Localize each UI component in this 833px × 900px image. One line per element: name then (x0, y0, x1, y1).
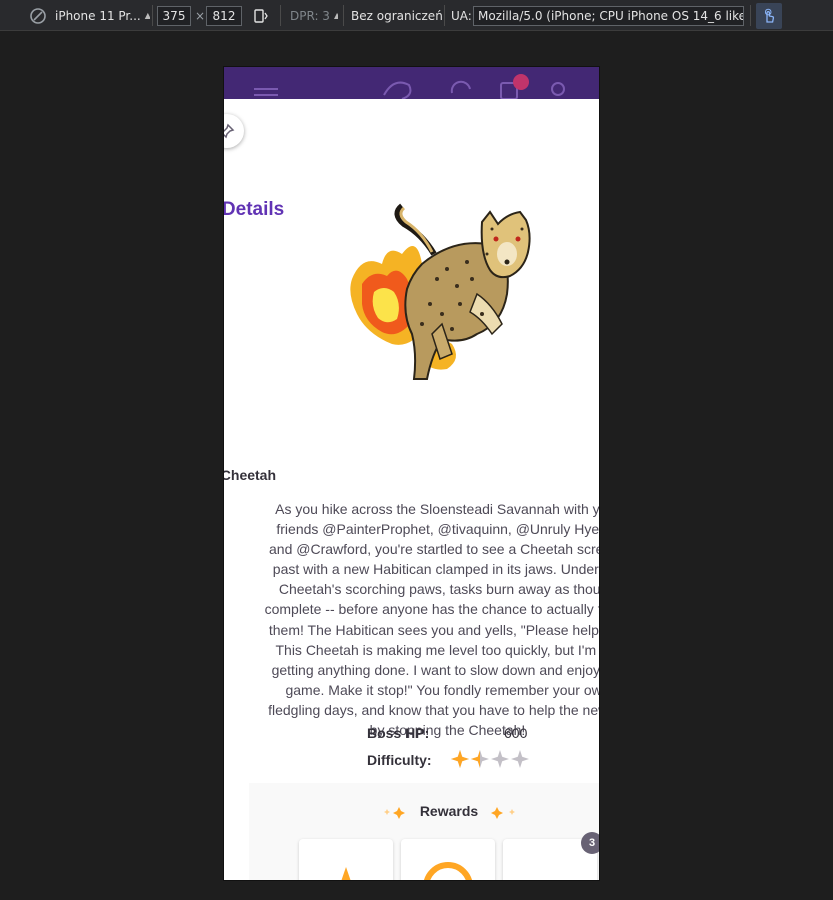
boss-hp-value: 600 (504, 725, 528, 741)
rewards-count-badge: 3 (581, 832, 599, 854)
star-icon (491, 750, 509, 768)
reward-card[interactable] (401, 839, 495, 880)
boss-hp-label: Boss HP: (367, 725, 430, 741)
quest-description: As you hike across the Sloensteadi Savan… (264, 501, 599, 739)
pin-button[interactable] (224, 114, 244, 148)
rewards-section: Rewards (249, 783, 599, 880)
ua-label: UA: (451, 8, 472, 23)
dpr-label: DPR: 3 (290, 8, 330, 23)
quest-details-modal: Quest Details (224, 99, 599, 880)
touch-toggle-icon[interactable] (756, 3, 782, 29)
quest-name: Such a Cheetah (224, 467, 277, 483)
user-agent-input[interactable]: Mozilla/5.0 (iPhone; CPU iPhone OS 14_6 … (473, 6, 744, 26)
pin-icon (224, 123, 235, 139)
times-sign: × (195, 8, 205, 23)
header-icons (254, 74, 565, 99)
difficulty-stars (450, 749, 530, 769)
devtools-device-toolbar: iPhone 11 Pr...▲▼ 375 × 812 DPR: 3▲▼ Bez… (0, 0, 833, 31)
device-select-label: iPhone 11 Pr... (55, 8, 141, 23)
dpr-select[interactable]: DPR: 3▲▼ (290, 0, 338, 31)
device-select[interactable]: iPhone 11 Pr...▲▼ (55, 0, 150, 31)
device-icon (30, 0, 50, 31)
reward-card[interactable] (299, 839, 393, 880)
chevron-updown-icon: ▲▼ (144, 11, 150, 20)
rotate-icon[interactable] (252, 0, 270, 31)
app-header (224, 67, 599, 99)
gold-coin-icon (424, 862, 472, 880)
rewards-title: Rewards (419, 803, 479, 819)
width-input[interactable]: 375 (157, 6, 191, 26)
device-viewport: Quest Details (224, 67, 599, 880)
chevron-updown-icon: ▲▼ (333, 11, 338, 20)
star-icon (471, 750, 489, 768)
star-icon (511, 750, 529, 768)
throttle-select[interactable]: Bez ograniczeń▲▼ (351, 0, 443, 31)
star-icon (451, 750, 469, 768)
throttle-label: Bez ograniczeń (351, 8, 443, 23)
cheetah-quest-image (350, 203, 531, 380)
height-input[interactable]: 812 (206, 6, 242, 26)
difficulty-label: Difficulty: (367, 752, 432, 768)
reward-item-icon (341, 867, 351, 880)
